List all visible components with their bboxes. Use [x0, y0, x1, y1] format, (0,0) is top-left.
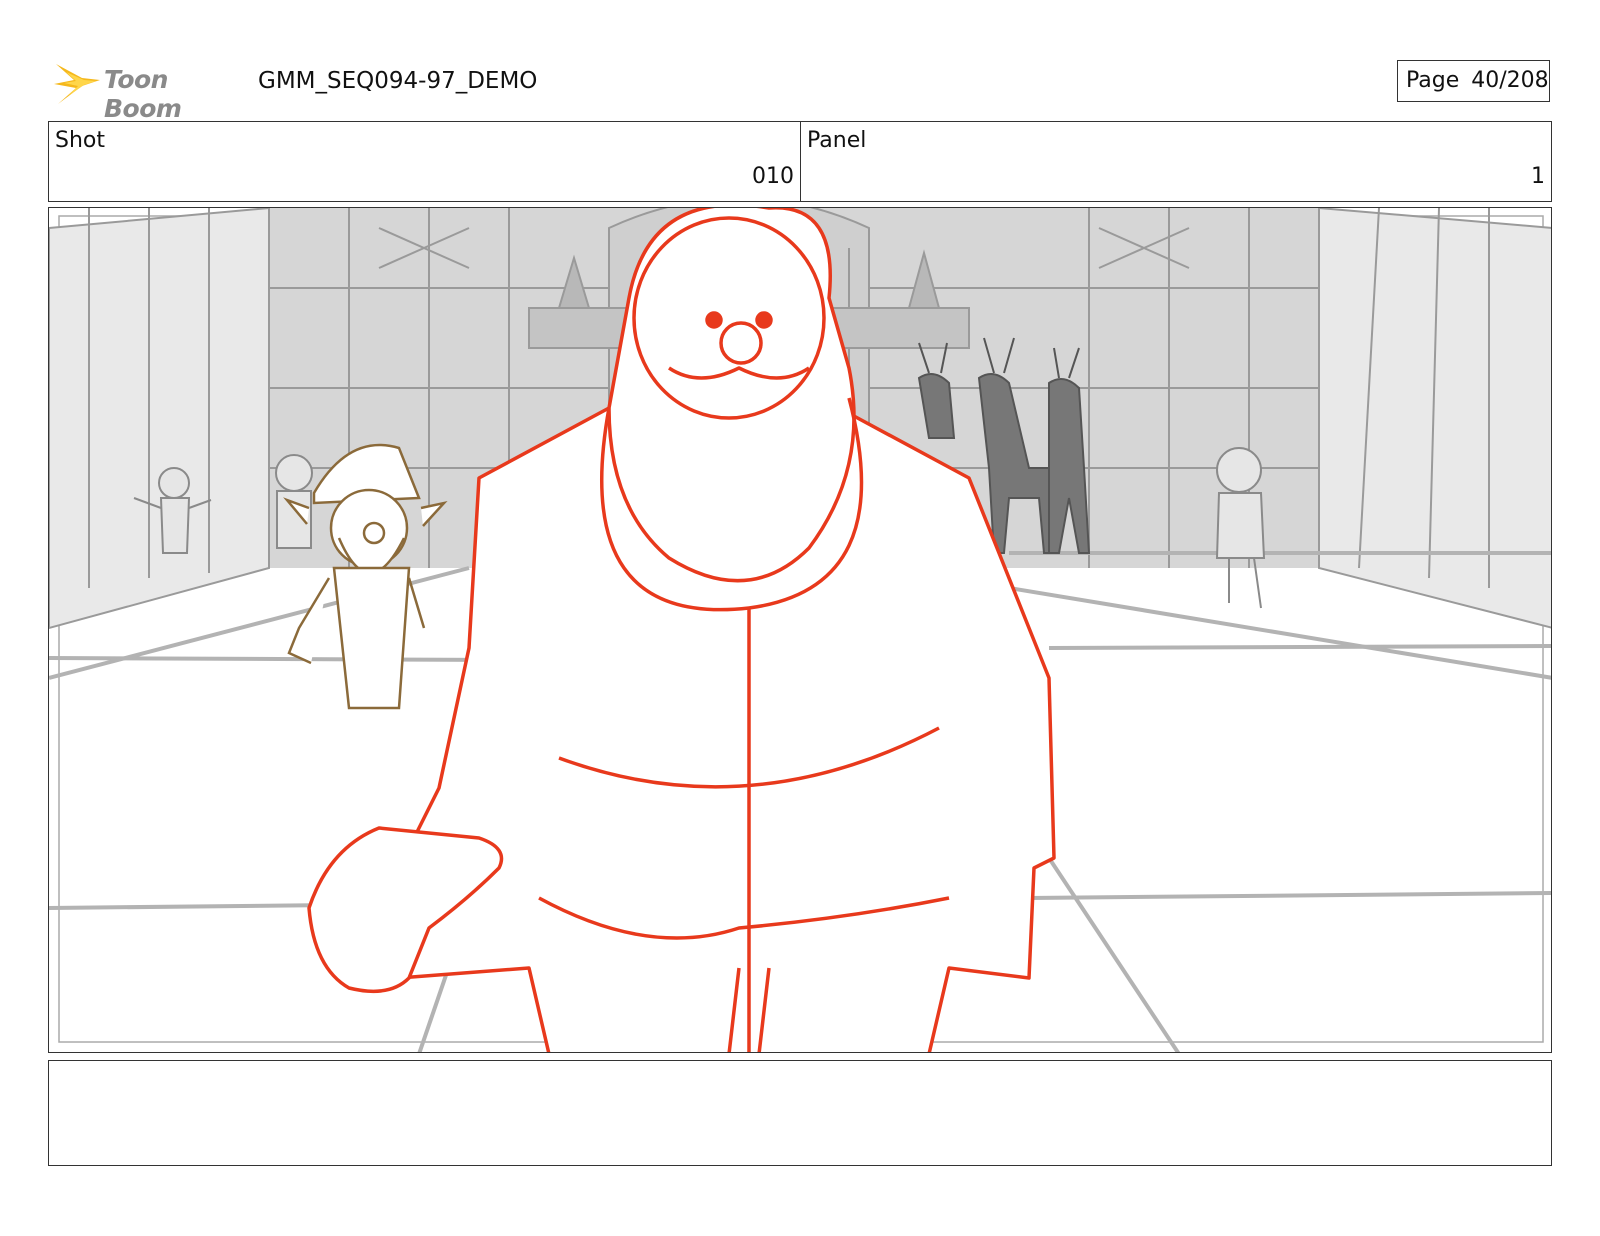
sun-burst-icon: [54, 64, 100, 104]
logo-text: Toon Boom: [104, 65, 182, 123]
storyboard-panel-image: [48, 207, 1552, 1053]
panel-notes: [48, 1060, 1552, 1166]
document-title: GMM_SEQ094-97_DEMO: [258, 68, 538, 94]
page-number: 40/208: [1471, 68, 1549, 93]
shot-number: 010: [752, 164, 794, 189]
toon-boom-logo: Toon Boom: [52, 58, 242, 123]
shot-label: Shot: [55, 128, 105, 153]
shot-cell: Shot 010: [49, 122, 801, 201]
panel-number: 1: [1531, 164, 1545, 189]
shot-panel-row: Shot 010 Panel 1: [48, 121, 1552, 202]
page-indicator: Page 40/208: [1397, 60, 1550, 102]
panel-label: Panel: [807, 128, 867, 153]
panel-cell: Panel 1: [801, 122, 1551, 201]
page-label: Page: [1406, 68, 1460, 93]
storyboard-sketch: [49, 208, 1551, 1052]
